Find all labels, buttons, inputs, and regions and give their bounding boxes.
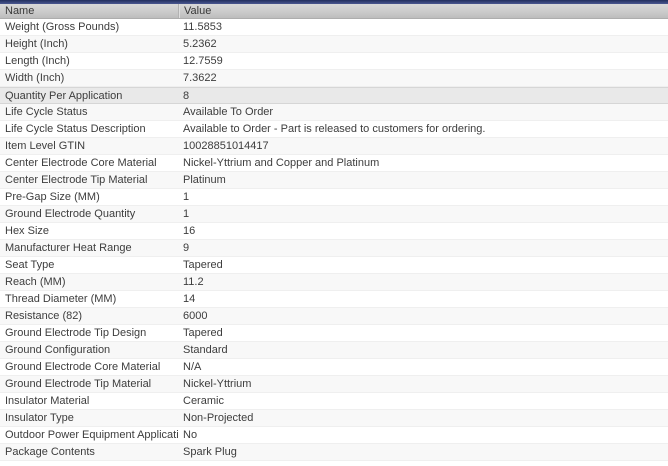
column-header-value[interactable]: Value — [178, 4, 668, 18]
table-row[interactable]: Width (Inch) 7.3622 — [0, 70, 668, 87]
row-value-cell: No — [183, 429, 198, 441]
row-name-cell: Insulator Material — [5, 395, 90, 407]
row-value-cell: 11.2 — [183, 276, 204, 288]
row-name-cell: Height (Inch) — [5, 38, 68, 50]
row-value-cell: N/A — [183, 361, 202, 373]
table-header-row: Name Value — [0, 4, 668, 19]
table-row[interactable]: Center Electrode Tip Material Platinum — [0, 172, 668, 189]
row-name-cell: Ground Electrode Tip Material — [5, 378, 152, 390]
row-value-cell: Non-Projected — [183, 412, 254, 424]
row-name-cell: Package Contents — [5, 446, 95, 458]
row-value-cell: 10028851014417 — [183, 140, 269, 152]
table-row[interactable]: Length (Inch) 12.7559 — [0, 53, 668, 70]
table-row[interactable]: Seat Type Tapered — [0, 257, 668, 274]
table-row[interactable]: Ground Electrode Tip Material Nickel-Ytt… — [0, 376, 668, 393]
table-row[interactable]: Insulator Material Ceramic — [0, 393, 668, 410]
table-row[interactable]: Resistance (82) 6000 — [0, 308, 668, 325]
row-name-cell: Center Electrode Tip Material — [5, 174, 148, 186]
row-name-cell: Resistance (82) — [5, 310, 83, 322]
table-row[interactable]: Manufacturer Heat Range 9 — [0, 240, 668, 257]
row-name-cell: Ground Electrode Tip Design — [5, 327, 147, 339]
row-value-cell: 6000 — [183, 310, 208, 322]
row-name-cell: Life Cycle Status Description — [5, 123, 146, 135]
table-row[interactable]: Ground Electrode Quantity 1 — [0, 206, 668, 223]
row-value-cell: Nickel-Yttrium and Copper and Platinum — [183, 157, 380, 169]
table-row[interactable]: Ground Electrode Tip Design Tapered — [0, 325, 668, 342]
row-name-cell: Hex Size — [5, 225, 50, 237]
row-value-cell: 1 — [183, 208, 190, 220]
row-name-cell: Width (Inch) — [5, 72, 65, 84]
row-name-cell: Insulator Type — [5, 412, 74, 424]
table-body: Weight (Gross Pounds) 11.5853 Height (In… — [0, 19, 668, 461]
row-value-cell: Tapered — [183, 259, 223, 271]
row-value-cell: 12.7559 — [183, 55, 223, 67]
row-name-cell: Pre-Gap Size (MM) — [5, 191, 100, 203]
table-row[interactable]: Center Electrode Core Material Nickel-Yt… — [0, 155, 668, 172]
row-name-cell: Reach (MM) — [5, 276, 66, 288]
row-value-cell: Ceramic — [183, 395, 224, 407]
table-row[interactable]: Life Cycle Status Available To Order — [0, 104, 668, 121]
row-name-cell: Length (Inch) — [5, 55, 70, 67]
row-value-cell: Available to Order - Part is released to… — [183, 123, 486, 135]
table-row[interactable]: Item Level GTIN 10028851014417 — [0, 138, 668, 155]
row-name-cell: Ground Electrode Quantity — [5, 208, 136, 220]
row-name-cell: Quantity Per Application — [5, 90, 123, 102]
table-row[interactable]: Quantity Per Application 8 — [0, 87, 668, 104]
row-name-cell: Ground Electrode Core Material — [5, 361, 161, 373]
product-specifications-panel: Name Value Weight (Gross Pounds) 11.5853… — [0, 0, 668, 466]
table-row[interactable]: Life Cycle Status Description Available … — [0, 121, 668, 138]
row-name-cell: Manufacturer Heat Range — [5, 242, 132, 254]
table-row[interactable]: Pre-Gap Size (MM) 1 — [0, 189, 668, 206]
row-value-cell: 5.2362 — [183, 38, 217, 50]
table-row[interactable]: Reach (MM) 11.2 — [0, 274, 668, 291]
row-value-cell: 1 — [183, 191, 190, 203]
row-name-cell: Life Cycle Status — [5, 106, 88, 118]
table-row[interactable]: Insulator Type Non-Projected — [0, 410, 668, 427]
row-value-cell: Spark Plug — [183, 446, 237, 458]
row-value-cell: 16 — [183, 225, 196, 237]
table-row[interactable]: Package Contents Spark Plug — [0, 444, 668, 461]
table-row[interactable]: Ground Configuration Standard — [0, 342, 668, 359]
row-name-cell: Seat Type — [5, 259, 55, 271]
row-name-cell: Thread Diameter (MM) — [5, 293, 117, 305]
row-name-cell: Outdoor Power Equipment Application — [5, 429, 178, 441]
row-value-cell: 7.3622 — [183, 72, 217, 84]
column-header-name[interactable]: Name — [0, 4, 178, 18]
table-row[interactable]: Height (Inch) 5.2362 — [0, 36, 668, 53]
row-value-cell: 11.5853 — [183, 21, 222, 33]
row-name-cell: Weight (Gross Pounds) — [5, 21, 120, 33]
row-name-cell: Ground Configuration — [5, 344, 111, 356]
row-value-cell: 14 — [183, 293, 196, 305]
table-row[interactable]: Weight (Gross Pounds) 11.5853 — [0, 19, 668, 36]
row-value-cell: Available To Order — [183, 106, 274, 118]
row-name-cell: Item Level GTIN — [5, 140, 86, 152]
row-value-cell: Tapered — [183, 327, 223, 339]
row-value-cell: Standard — [183, 344, 228, 356]
table-row[interactable]: Thread Diameter (MM) 14 — [0, 291, 668, 308]
row-value-cell: 9 — [183, 242, 190, 254]
table-row[interactable]: Ground Electrode Core Material N/A — [0, 359, 668, 376]
table-row[interactable]: Hex Size 16 — [0, 223, 668, 240]
table-row[interactable]: Outdoor Power Equipment Application No — [0, 427, 668, 444]
row-value-cell: 8 — [183, 90, 190, 102]
row-value-cell: Nickel-Yttrium — [183, 378, 252, 390]
row-value-cell: Platinum — [183, 174, 226, 186]
row-name-cell: Center Electrode Core Material — [5, 157, 157, 169]
